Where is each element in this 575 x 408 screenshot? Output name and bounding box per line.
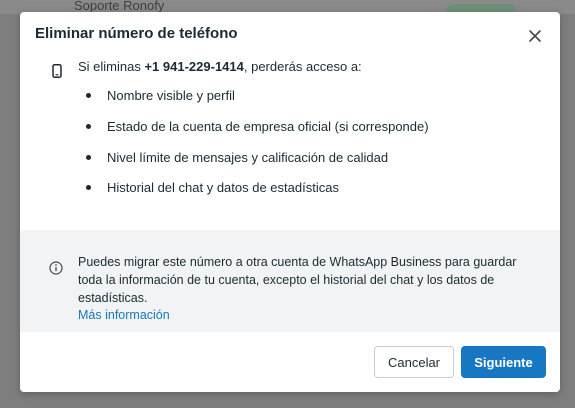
bullet-dot — [86, 185, 91, 191]
list-item-text: Historial del chat y datos de estadístic… — [107, 180, 339, 195]
list-item-text: Estado de la cuenta de empresa oficial (… — [107, 119, 429, 134]
list-item: Historial del chat y datos de estadístic… — [86, 180, 339, 195]
phone-number: +1 941-229-1414 — [144, 59, 244, 74]
close-icon — [529, 30, 541, 42]
cancel-button[interactable]: Cancelar — [374, 346, 454, 378]
close-button[interactable] — [523, 24, 547, 48]
list-item-text: Nombre visible y perfil — [107, 88, 235, 103]
delete-phone-dialog: Eliminar número de teléfono Si eliminas … — [20, 12, 560, 392]
info-icon — [49, 261, 63, 280]
list-item: Estado de la cuenta de empresa oficial (… — [86, 119, 429, 134]
bullet-dot — [86, 93, 91, 99]
migration-info-text: Puedes migrar este número a otra cuenta … — [78, 255, 517, 305]
list-item: Nivel límite de mensajes y calificación … — [86, 150, 388, 165]
migration-info-panel: Puedes migrar este número a otra cuenta … — [20, 230, 560, 332]
intro-prefix: Si eliminas — [78, 59, 145, 74]
bullet-dot — [86, 124, 91, 130]
list-item-text: Nivel límite de mensajes y calificación … — [107, 150, 389, 165]
bullet-dot — [86, 155, 91, 161]
intro-suffix: , perderás acceso a: — [243, 59, 362, 74]
list-item: Nombre visible y perfil — [86, 88, 235, 103]
dialog-title: Eliminar número de teléfono — [35, 25, 238, 42]
phone-icon — [52, 64, 62, 83]
more-info-link[interactable]: Más información — [78, 308, 170, 322]
intro-text: Si eliminas +1 941-229-1414, perderás ac… — [78, 59, 362, 74]
next-button[interactable]: Siguiente — [461, 346, 546, 378]
